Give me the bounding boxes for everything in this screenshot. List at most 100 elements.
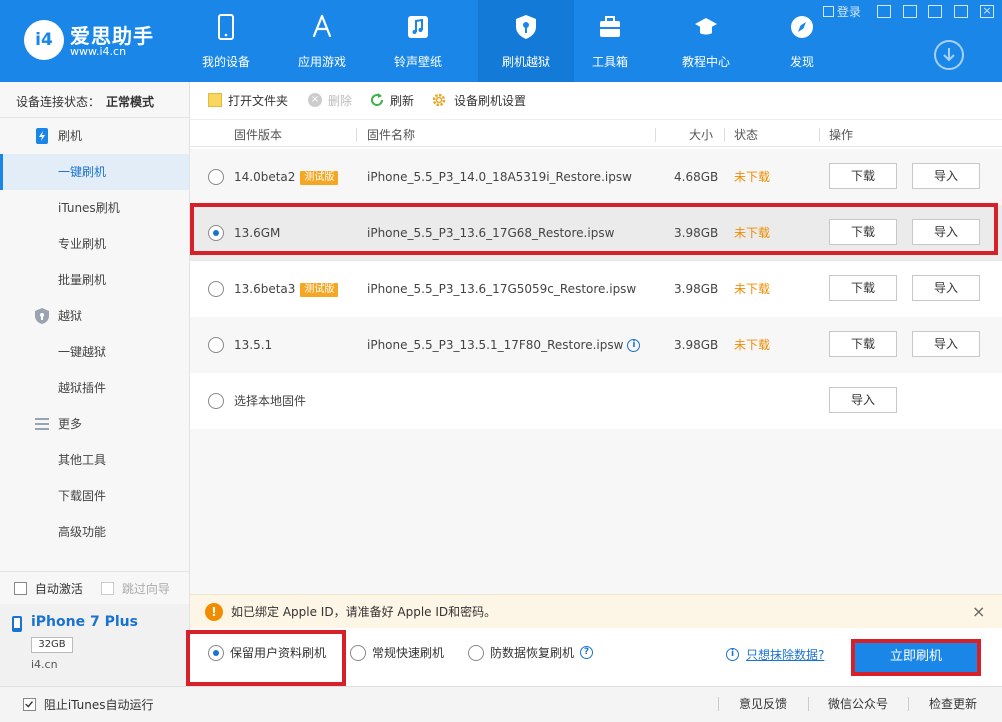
nav-toolbox[interactable]: 工具箱 xyxy=(562,0,658,82)
toolbox-icon xyxy=(600,16,620,37)
anti-recovery-option[interactable]: 防数据恢复刷机 ? xyxy=(468,642,598,664)
toolbar: 打开文件夹 × 删除 刷新 设备刷机设置 xyxy=(190,82,1002,120)
fast-flash-option[interactable]: 常规快速刷机 xyxy=(350,642,455,664)
delete-label: 删除 xyxy=(328,94,353,108)
firmware-size: 3.98GB xyxy=(674,338,719,352)
sidebar-section-more[interactable]: 更多 xyxy=(0,406,190,442)
device-site: i4.cn xyxy=(31,658,58,671)
flash-settings-button[interactable]: 设备刷机设置 xyxy=(432,93,526,109)
empty-area xyxy=(190,429,1002,594)
checkbox[interactable] xyxy=(101,582,114,595)
nav-tutorials[interactable]: 教程中心 xyxy=(658,0,754,82)
help-icon[interactable]: ? xyxy=(580,646,593,659)
close-button[interactable]: × xyxy=(980,5,994,18)
radio-button[interactable] xyxy=(350,645,366,661)
firmware-size: 3.98GB xyxy=(674,282,719,296)
sidebar-item-itunes-flash[interactable]: iTunes刷机 xyxy=(0,190,189,226)
sidebar-section-jailbreak[interactable]: 越狱 xyxy=(0,298,190,334)
notice-bar: ! 如已绑定 Apple ID，请准备好 Apple ID和密码。 × xyxy=(190,594,1002,628)
close-icon[interactable]: × xyxy=(972,595,985,629)
skin-button[interactable] xyxy=(876,5,891,18)
sidebar-item-download-firmware[interactable]: 下载固件 xyxy=(0,478,189,514)
nav-label: 刷机越狱 xyxy=(501,55,550,69)
download-button[interactable]: 下载 xyxy=(829,275,897,301)
nav-ringtones[interactable]: 铃声壁纸 xyxy=(370,0,466,82)
menu-button[interactable] xyxy=(902,5,917,18)
row-radio[interactable] xyxy=(208,169,224,185)
refresh-label: 刷新 xyxy=(390,94,415,108)
flash-settings-label: 设备刷机设置 xyxy=(454,94,527,108)
open-folder-button[interactable]: 打开文件夹 xyxy=(208,93,288,109)
download-manager-button[interactable] xyxy=(934,40,964,70)
row-radio[interactable] xyxy=(208,281,224,297)
firmware-version: 13.6beta3 测试版 xyxy=(234,261,339,317)
notice-text: 如已绑定 Apple ID，请准备好 Apple ID和密码。 xyxy=(231,605,497,619)
shield-icon xyxy=(516,15,536,39)
nav-label: 发现 xyxy=(789,55,814,69)
import-button[interactable]: 导入 xyxy=(912,163,980,189)
auto-activate-label: 自动激活 xyxy=(34,581,83,596)
table-row[interactable]: 13.6beta3 测试版 iPhone_5.5_P3_13.6_17G5059c… xyxy=(190,261,1002,317)
beta-badge: 测试版 xyxy=(300,170,339,185)
column-header: 大小 xyxy=(689,128,714,142)
sidebar-item-batch-flash[interactable]: 批量刷机 xyxy=(0,262,189,298)
footer-divider xyxy=(808,697,809,711)
check-update-link[interactable]: 检查更新 xyxy=(929,687,977,721)
sidebar-item-other-tools[interactable]: 其他工具 xyxy=(0,442,189,478)
option-label: 防数据恢复刷机 xyxy=(490,646,575,660)
nav-apps[interactable]: 应用游戏 xyxy=(274,0,370,82)
version-text: 13.6beta3 xyxy=(234,282,296,296)
checkbox-checked[interactable] xyxy=(23,698,36,711)
nav-my-device[interactable]: 我的设备 xyxy=(178,0,274,82)
firmware-name: iPhone_5.5_P3_13.5.1_17F80_Restore.ipsw i xyxy=(367,317,641,373)
login-link[interactable]: 登录 xyxy=(837,3,861,20)
table-row[interactable]: 14.0beta2 测试版 iPhone_5.5_P3_14.0_18A5319i… xyxy=(190,149,1002,205)
info-icon[interactable]: i xyxy=(627,339,641,352)
feedback-link[interactable]: 意见反馈 xyxy=(739,687,787,721)
radio-button[interactable] xyxy=(468,645,484,661)
highlight-box xyxy=(190,203,998,255)
download-button[interactable]: 下载 xyxy=(829,331,897,357)
login-icon xyxy=(822,6,834,17)
warning-icon: ! xyxy=(205,603,223,621)
beta-badge: 测试版 xyxy=(300,282,339,297)
sidebar: 设备连接状态： 正常模式 刷机 一键刷机 iTunes刷机 专业刷机 批量刷机 越… xyxy=(0,82,190,686)
wechat-link[interactable]: 微信公众号 xyxy=(828,687,888,721)
delete-button[interactable]: × 删除 xyxy=(308,93,352,109)
minimize-button[interactable] xyxy=(928,5,943,18)
maximize-button[interactable] xyxy=(954,5,969,18)
sidebar-item-pro-flash[interactable]: 专业刷机 xyxy=(0,226,189,262)
sidebar-section-flash[interactable]: 刷机 xyxy=(0,118,190,154)
block-itunes-checkbox[interactable]: 阻止iTunes自动运行 xyxy=(23,687,154,722)
main-panel: 打开文件夹 × 删除 刷新 设备刷机设置 固件版本 固件名称 大小 状态 操作 … xyxy=(186,82,1002,686)
block-itunes-label: 阻止iTunes自动运行 xyxy=(43,697,154,712)
row-radio[interactable] xyxy=(208,393,224,409)
import-button[interactable]: 导入 xyxy=(912,331,980,357)
refresh-button[interactable]: 刷新 xyxy=(370,93,414,109)
device-card: iPhone 7 Plus 32GB i4.cn xyxy=(0,604,189,686)
open-folder-label: 打开文件夹 xyxy=(228,94,289,108)
connection-status: 设备连接状态： 正常模式 xyxy=(16,93,154,110)
table-row[interactable]: 13.5.1 iPhone_5.5_P3_13.5.1_17F80_Restor… xyxy=(190,317,1002,373)
delete-icon: × xyxy=(308,93,322,107)
version-text: 14.0beta2 xyxy=(234,170,296,184)
sidebar-section-label: 刷机 xyxy=(58,129,83,143)
auto-activate-checkbox[interactable]: 自动激活 xyxy=(14,580,104,596)
highlight-box xyxy=(186,630,346,686)
sidebar-item-advanced[interactable]: 高级功能 xyxy=(0,514,189,550)
erase-data-link[interactable]: 只想抹除数据? xyxy=(746,646,824,663)
skip-guide-checkbox[interactable]: 跳过向导 xyxy=(101,580,189,596)
row-radio[interactable] xyxy=(208,337,224,353)
sidebar-item-one-click-flash[interactable]: 一键刷机 xyxy=(0,154,189,190)
sidebar-item-jailbreak-plugins[interactable]: 越狱插件 xyxy=(0,370,189,406)
import-button[interactable]: 导入 xyxy=(829,387,897,413)
nav-flash-jailbreak[interactable]: 刷机越狱 xyxy=(478,0,574,82)
highlight-box xyxy=(851,639,981,676)
local-firmware-row[interactable]: 选择本地固件 导入 xyxy=(190,373,1002,429)
phone-icon xyxy=(218,14,234,40)
flash-phone-icon xyxy=(36,128,48,144)
checkbox[interactable] xyxy=(14,582,27,595)
import-button[interactable]: 导入 xyxy=(912,275,980,301)
download-button[interactable]: 下载 xyxy=(829,163,897,189)
sidebar-item-one-click-jailbreak[interactable]: 一键越狱 xyxy=(0,334,189,370)
